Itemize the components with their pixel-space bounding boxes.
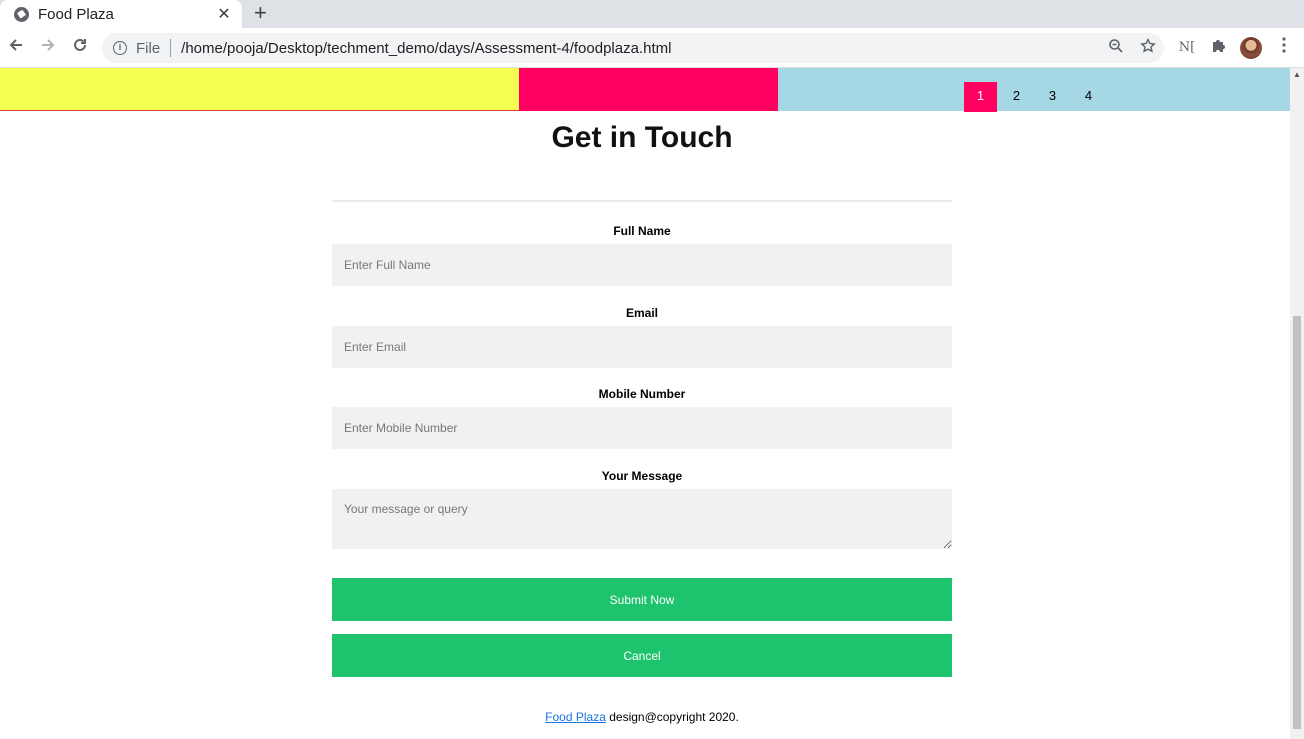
mobile-input[interactable]: [332, 407, 952, 449]
back-arrow-icon: [9, 39, 22, 51]
page-link-3[interactable]: 3: [1036, 82, 1069, 112]
footer-food-plaza-link[interactable]: Food Plaza: [545, 710, 606, 724]
forward-button[interactable]: [36, 36, 60, 60]
profile-avatar[interactable]: [1240, 37, 1262, 59]
email-label: Email: [625, 306, 658, 320]
pagination: 1 2 3 4: [964, 82, 1108, 112]
url-text[interactable]: /home/pooja/Desktop/techment_demo/days/A…: [181, 40, 1100, 57]
url-separator: [170, 39, 172, 57]
scroll-up-arrow-icon[interactable]: ▲: [1290, 70, 1304, 79]
extensions-puzzle-icon[interactable]: [1208, 37, 1230, 59]
full-name-label: Full Name: [613, 224, 671, 238]
extension-n-icon[interactable]: N[: [1176, 37, 1198, 59]
address-bar[interactable]: i File /home/pooja/Desktop/techment_demo…: [102, 33, 1164, 63]
full-name-input[interactable]: [332, 244, 952, 286]
footer-copyright-text: design@copyright 2020.: [609, 710, 739, 724]
mobile-label: Mobile Number: [598, 387, 686, 401]
page-viewport: 1 2 3 4 Get in Touch Full Name Email Mob…: [0, 68, 1290, 739]
submit-button[interactable]: Submit Now: [332, 578, 952, 621]
globe-icon: [14, 6, 29, 22]
tab-title: Food Plaza: [38, 5, 114, 23]
menu-kebab-icon[interactable]: [1273, 37, 1295, 59]
tab-strip: Food Plaza ✕ +: [0, 0, 1304, 28]
email-input[interactable]: [332, 326, 952, 368]
scroll-thumb[interactable]: [1293, 316, 1301, 729]
zoom-icon[interactable]: [1100, 38, 1132, 58]
url-scheme: File: [136, 39, 161, 57]
browser-toolbar: i File /home/pooja/Desktop/techment_demo…: [0, 28, 1304, 68]
footer: Food Plaza design@copyright 2020.: [0, 710, 1284, 724]
vertical-scrollbar[interactable]: ▲: [1290, 68, 1304, 739]
info-icon[interactable]: i: [113, 41, 127, 55]
browser-tab[interactable]: Food Plaza ✕: [0, 0, 242, 28]
cancel-button[interactable]: Cancel: [332, 634, 952, 677]
header-pink-block: [519, 68, 778, 111]
back-button[interactable]: [4, 36, 28, 60]
message-textarea[interactable]: [332, 489, 952, 549]
page-link-2[interactable]: 2: [1000, 82, 1033, 112]
page-link-4[interactable]: 4: [1072, 82, 1105, 112]
message-label: Your Message: [601, 469, 683, 483]
forward-arrow-icon: [42, 39, 55, 51]
reload-button[interactable]: [68, 36, 92, 60]
bookmark-star-icon[interactable]: [1132, 37, 1164, 58]
close-tab-icon[interactable]: ✕: [214, 4, 234, 24]
header-yellow-block: [0, 68, 519, 111]
page-title: Get in Touch: [551, 121, 733, 154]
reload-icon: [74, 38, 86, 51]
new-tab-button[interactable]: +: [254, 2, 267, 24]
title-divider: [332, 200, 952, 202]
page-link-1[interactable]: 1: [964, 82, 997, 112]
